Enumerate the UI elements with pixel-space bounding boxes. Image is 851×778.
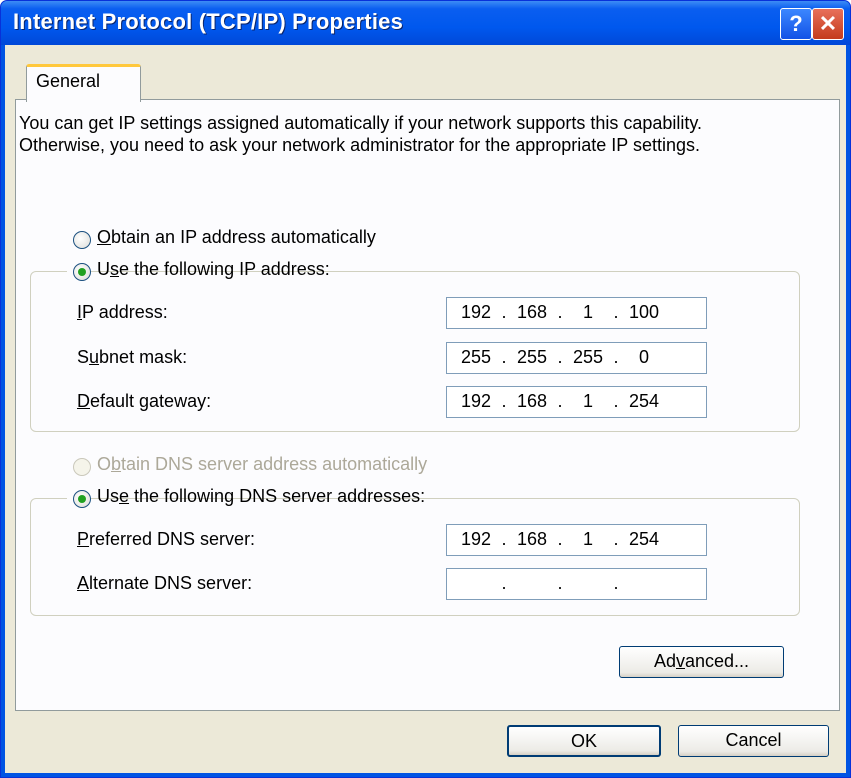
obtain-ip-auto-label[interactable]: Obtain an IP address automatically bbox=[97, 227, 376, 248]
use-following-ip-radio[interactable] bbox=[73, 263, 91, 281]
tab-general[interactable]: General bbox=[26, 64, 141, 102]
use-following-dns-label[interactable]: Use the following DNS server addresses: bbox=[97, 486, 425, 507]
radio-selected-dot bbox=[78, 495, 86, 503]
title-bar[interactable]: Internet Protocol (TCP/IP) Properties ? … bbox=[1, 1, 850, 45]
help-button[interactable]: ? bbox=[780, 8, 812, 40]
dialog-client-area: General You can get IP settings assigned… bbox=[5, 45, 846, 773]
preferred-dns-label: Preferred DNS server: bbox=[77, 529, 256, 549]
use-following-ip-label[interactable]: Use the following IP address: bbox=[97, 259, 330, 280]
use-following-dns-radio[interactable] bbox=[73, 490, 91, 508]
ip-address-label: IP address: bbox=[77, 302, 168, 322]
obtain-dns-auto-label[interactable]: Obtain DNS server address automatically bbox=[97, 454, 427, 475]
subnet-mask-label: Subnet mask: bbox=[77, 347, 188, 367]
default-gateway-field[interactable]: 192. 168. 1. 254 bbox=[446, 386, 707, 418]
ip-address-field[interactable]: 192. 168. 1. 100 bbox=[446, 297, 707, 329]
window-title: Internet Protocol (TCP/IP) Properties bbox=[13, 9, 404, 34]
dns-group-legend: Use the following DNS server addresses: bbox=[67, 486, 425, 510]
alternate-dns-label: Alternate DNS server: bbox=[77, 573, 253, 593]
alternate-dns-field[interactable]: . . . bbox=[446, 568, 707, 600]
radio-selected-dot bbox=[78, 268, 86, 276]
obtain-dns-auto-radio[interactable] bbox=[73, 458, 91, 476]
preferred-dns-field[interactable]: 192. 168. 1. 254 bbox=[446, 524, 707, 556]
obtain-ip-auto-radio[interactable] bbox=[73, 231, 91, 249]
ip-group-legend: Use the following IP address: bbox=[67, 259, 330, 283]
advanced-button[interactable]: Advanced... bbox=[619, 646, 784, 678]
close-button[interactable]: ✕ bbox=[812, 8, 844, 40]
dialog-window: Internet Protocol (TCP/IP) Properties ? … bbox=[0, 0, 851, 778]
cancel-button[interactable]: Cancel bbox=[678, 725, 829, 757]
subnet-mask-field[interactable]: 255. 255. 255. 0 bbox=[446, 342, 707, 374]
ok-button[interactable]: OK bbox=[507, 725, 661, 757]
description-text: You can get IP settings assigned automat… bbox=[19, 113, 703, 155]
tab-general-label: General bbox=[36, 71, 101, 91]
default-gateway-label: Default gateway: bbox=[77, 391, 212, 411]
